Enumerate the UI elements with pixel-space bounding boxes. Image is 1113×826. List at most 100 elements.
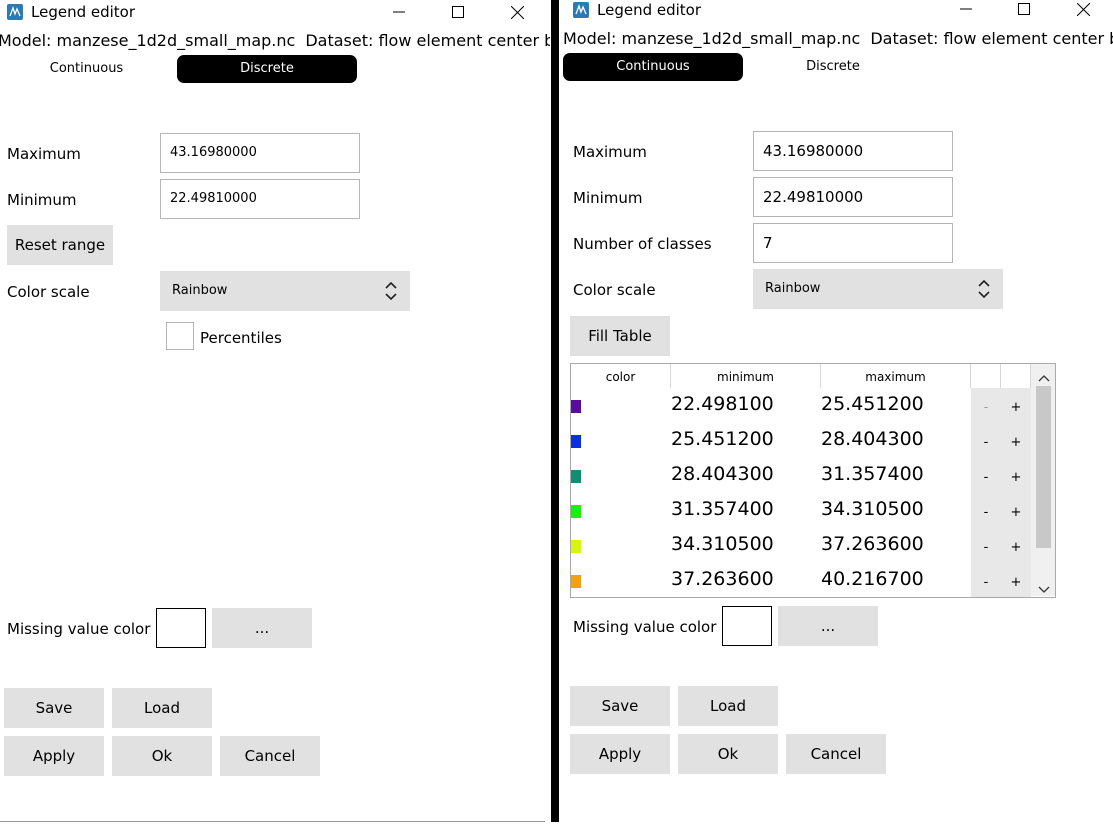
- dataset-name: Dataset: flow element center bed: [305, 31, 550, 50]
- class-minimum-cell[interactable]: 37.263600: [671, 567, 774, 591]
- remove-class-button[interactable]: -: [971, 400, 1001, 415]
- tab-continuous[interactable]: Continuous: [563, 53, 743, 81]
- remove-class-button[interactable]: -: [971, 540, 1001, 555]
- add-class-button[interactable]: +: [1001, 435, 1031, 450]
- table-row[interactable]: 37.263600 40.216700- +: [571, 567, 1021, 597]
- class-maximum-cell[interactable]: 31.357400: [821, 462, 924, 486]
- maximum-label: Maximum: [7, 145, 81, 163]
- close-icon[interactable]: [1060, 0, 1106, 21]
- maximize-icon[interactable]: [1001, 0, 1047, 21]
- ok-button[interactable]: Ok: [112, 736, 212, 776]
- class-minimum-cell[interactable]: 28.404300: [671, 462, 774, 486]
- fill-table-button[interactable]: Fill Table: [570, 316, 670, 356]
- class-minimum-cell[interactable]: 25.451200: [671, 427, 774, 451]
- class-minimum-cell[interactable]: 31.357400: [671, 497, 774, 521]
- class-maximum-cell[interactable]: 34.310500: [821, 497, 924, 521]
- scroll-up-icon[interactable]: [1038, 368, 1050, 387]
- class-color-swatch[interactable]: [571, 505, 581, 518]
- class-color-swatch[interactable]: [571, 400, 581, 413]
- class-minimum-cell[interactable]: 34.310500: [671, 532, 774, 556]
- class-maximum-cell[interactable]: 28.404300: [821, 427, 924, 451]
- number-of-classes-input[interactable]: 7: [753, 223, 953, 263]
- table-row[interactable]: 28.404300 31.357400- +: [571, 462, 1021, 500]
- remove-class-button[interactable]: -: [971, 505, 1001, 520]
- class-color-swatch[interactable]: [571, 575, 581, 588]
- dataset-name: Dataset: flow element center bed: [870, 29, 1113, 48]
- table-row[interactable]: 25.451200 28.404300- +: [571, 427, 1021, 465]
- class-maximum-cell[interactable]: 40.216700: [821, 567, 924, 591]
- apply-button[interactable]: Apply: [4, 736, 104, 776]
- percentiles-label: Percentiles: [200, 329, 282, 347]
- load-button[interactable]: Load: [112, 688, 212, 728]
- color-scale-select[interactable]: Rainbow: [753, 269, 1003, 309]
- add-class-button[interactable]: +: [1001, 575, 1031, 590]
- legend-editor-window-discrete: Legend editor Model: manzese_1d2d_small_…: [0, 0, 550, 826]
- remove-class-button[interactable]: -: [971, 435, 1001, 450]
- scrollbar-thumb[interactable]: [1036, 386, 1051, 548]
- model-name: Model: manzese_1d2d_small_map.nc: [563, 29, 861, 48]
- cancel-button[interactable]: Cancel: [220, 736, 320, 776]
- minimize-icon[interactable]: [376, 0, 422, 24]
- minimum-input[interactable]: 22.49810000: [753, 177, 953, 217]
- window-title: Legend editor: [31, 3, 136, 21]
- apply-button[interactable]: Apply: [570, 734, 670, 774]
- add-class-button[interactable]: +: [1001, 505, 1031, 520]
- maximize-icon[interactable]: [435, 0, 481, 24]
- class-maximum-cell[interactable]: 25.451200: [821, 392, 924, 416]
- up-down-chevron-icon: [977, 277, 991, 318]
- table-row[interactable]: 34.310500 37.263600- +: [571, 532, 1021, 570]
- minimize-icon[interactable]: [943, 0, 989, 21]
- missing-value-color-swatch[interactable]: [156, 608, 206, 648]
- ok-button[interactable]: Ok: [678, 734, 778, 774]
- column-header-minimum: minimum: [671, 364, 821, 388]
- tab-continuous[interactable]: Continuous: [0, 55, 173, 83]
- color-scale-label: Color scale: [573, 281, 656, 299]
- add-class-button[interactable]: +: [1001, 470, 1031, 485]
- window-divider: [550, 0, 563, 826]
- model-name: Model: manzese_1d2d_small_map.nc: [0, 31, 296, 50]
- percentiles-checkbox[interactable]: [166, 322, 194, 350]
- scroll-down-icon[interactable]: [1038, 580, 1050, 597]
- model-dataset-header: Model: manzese_1d2d_small_map.nc Dataset:…: [563, 29, 1113, 49]
- maximum-label: Maximum: [573, 143, 647, 161]
- missing-value-color-swatch[interactable]: [722, 606, 772, 646]
- table-row[interactable]: 31.357400 34.310500- +: [571, 497, 1021, 535]
- remove-class-button[interactable]: -: [971, 575, 1001, 590]
- minimum-label: Minimum: [7, 191, 77, 209]
- classes-table: color minimum maximum 22.498100 25.451200…: [570, 363, 1056, 598]
- model-dataset-header: Model: manzese_1d2d_small_map.nc Dataset:…: [0, 31, 550, 51]
- minimum-input[interactable]: 22.49810000: [160, 179, 360, 219]
- load-button[interactable]: Load: [678, 686, 778, 726]
- app-icon: [7, 4, 23, 20]
- class-color-swatch[interactable]: [571, 435, 581, 448]
- column-header-minus: [971, 364, 1001, 388]
- missing-value-color-label: Missing value color: [573, 618, 717, 636]
- tab-discrete[interactable]: Discrete: [177, 55, 357, 83]
- missing-value-color-picker-button[interactable]: ...: [212, 608, 312, 648]
- column-header-plus: [1001, 364, 1031, 388]
- missing-value-color-picker-button[interactable]: ...: [778, 606, 878, 646]
- title-bar: Legend editor: [563, 0, 1113, 24]
- row-controls-column: [971, 388, 1031, 597]
- color-scale-label: Color scale: [7, 283, 90, 301]
- maximum-input[interactable]: 43.16980000: [160, 133, 360, 173]
- reset-range-button[interactable]: Reset range: [7, 225, 113, 265]
- save-button[interactable]: Save: [570, 686, 670, 726]
- class-maximum-cell[interactable]: 37.263600: [821, 532, 924, 556]
- legend-editor-window-continuous: Legend editor Model: manzese_1d2d_small_…: [563, 0, 1113, 826]
- color-scale-value: Rainbow: [172, 283, 228, 298]
- maximum-input[interactable]: 43.16980000: [753, 131, 953, 171]
- close-icon[interactable]: [494, 0, 540, 24]
- class-minimum-cell[interactable]: 22.498100: [671, 392, 774, 416]
- save-button[interactable]: Save: [4, 688, 104, 728]
- tab-discrete[interactable]: Discrete: [747, 53, 919, 81]
- class-color-swatch[interactable]: [571, 470, 581, 483]
- add-class-button[interactable]: +: [1001, 540, 1031, 555]
- cancel-button[interactable]: Cancel: [786, 734, 886, 774]
- color-scale-select[interactable]: Rainbow: [160, 271, 410, 311]
- table-row[interactable]: 22.498100 25.451200- +: [571, 392, 1021, 430]
- add-class-button[interactable]: +: [1001, 400, 1031, 415]
- class-color-swatch[interactable]: [571, 540, 581, 553]
- remove-class-button[interactable]: -: [971, 470, 1001, 485]
- table-scrollbar[interactable]: [1031, 364, 1055, 597]
